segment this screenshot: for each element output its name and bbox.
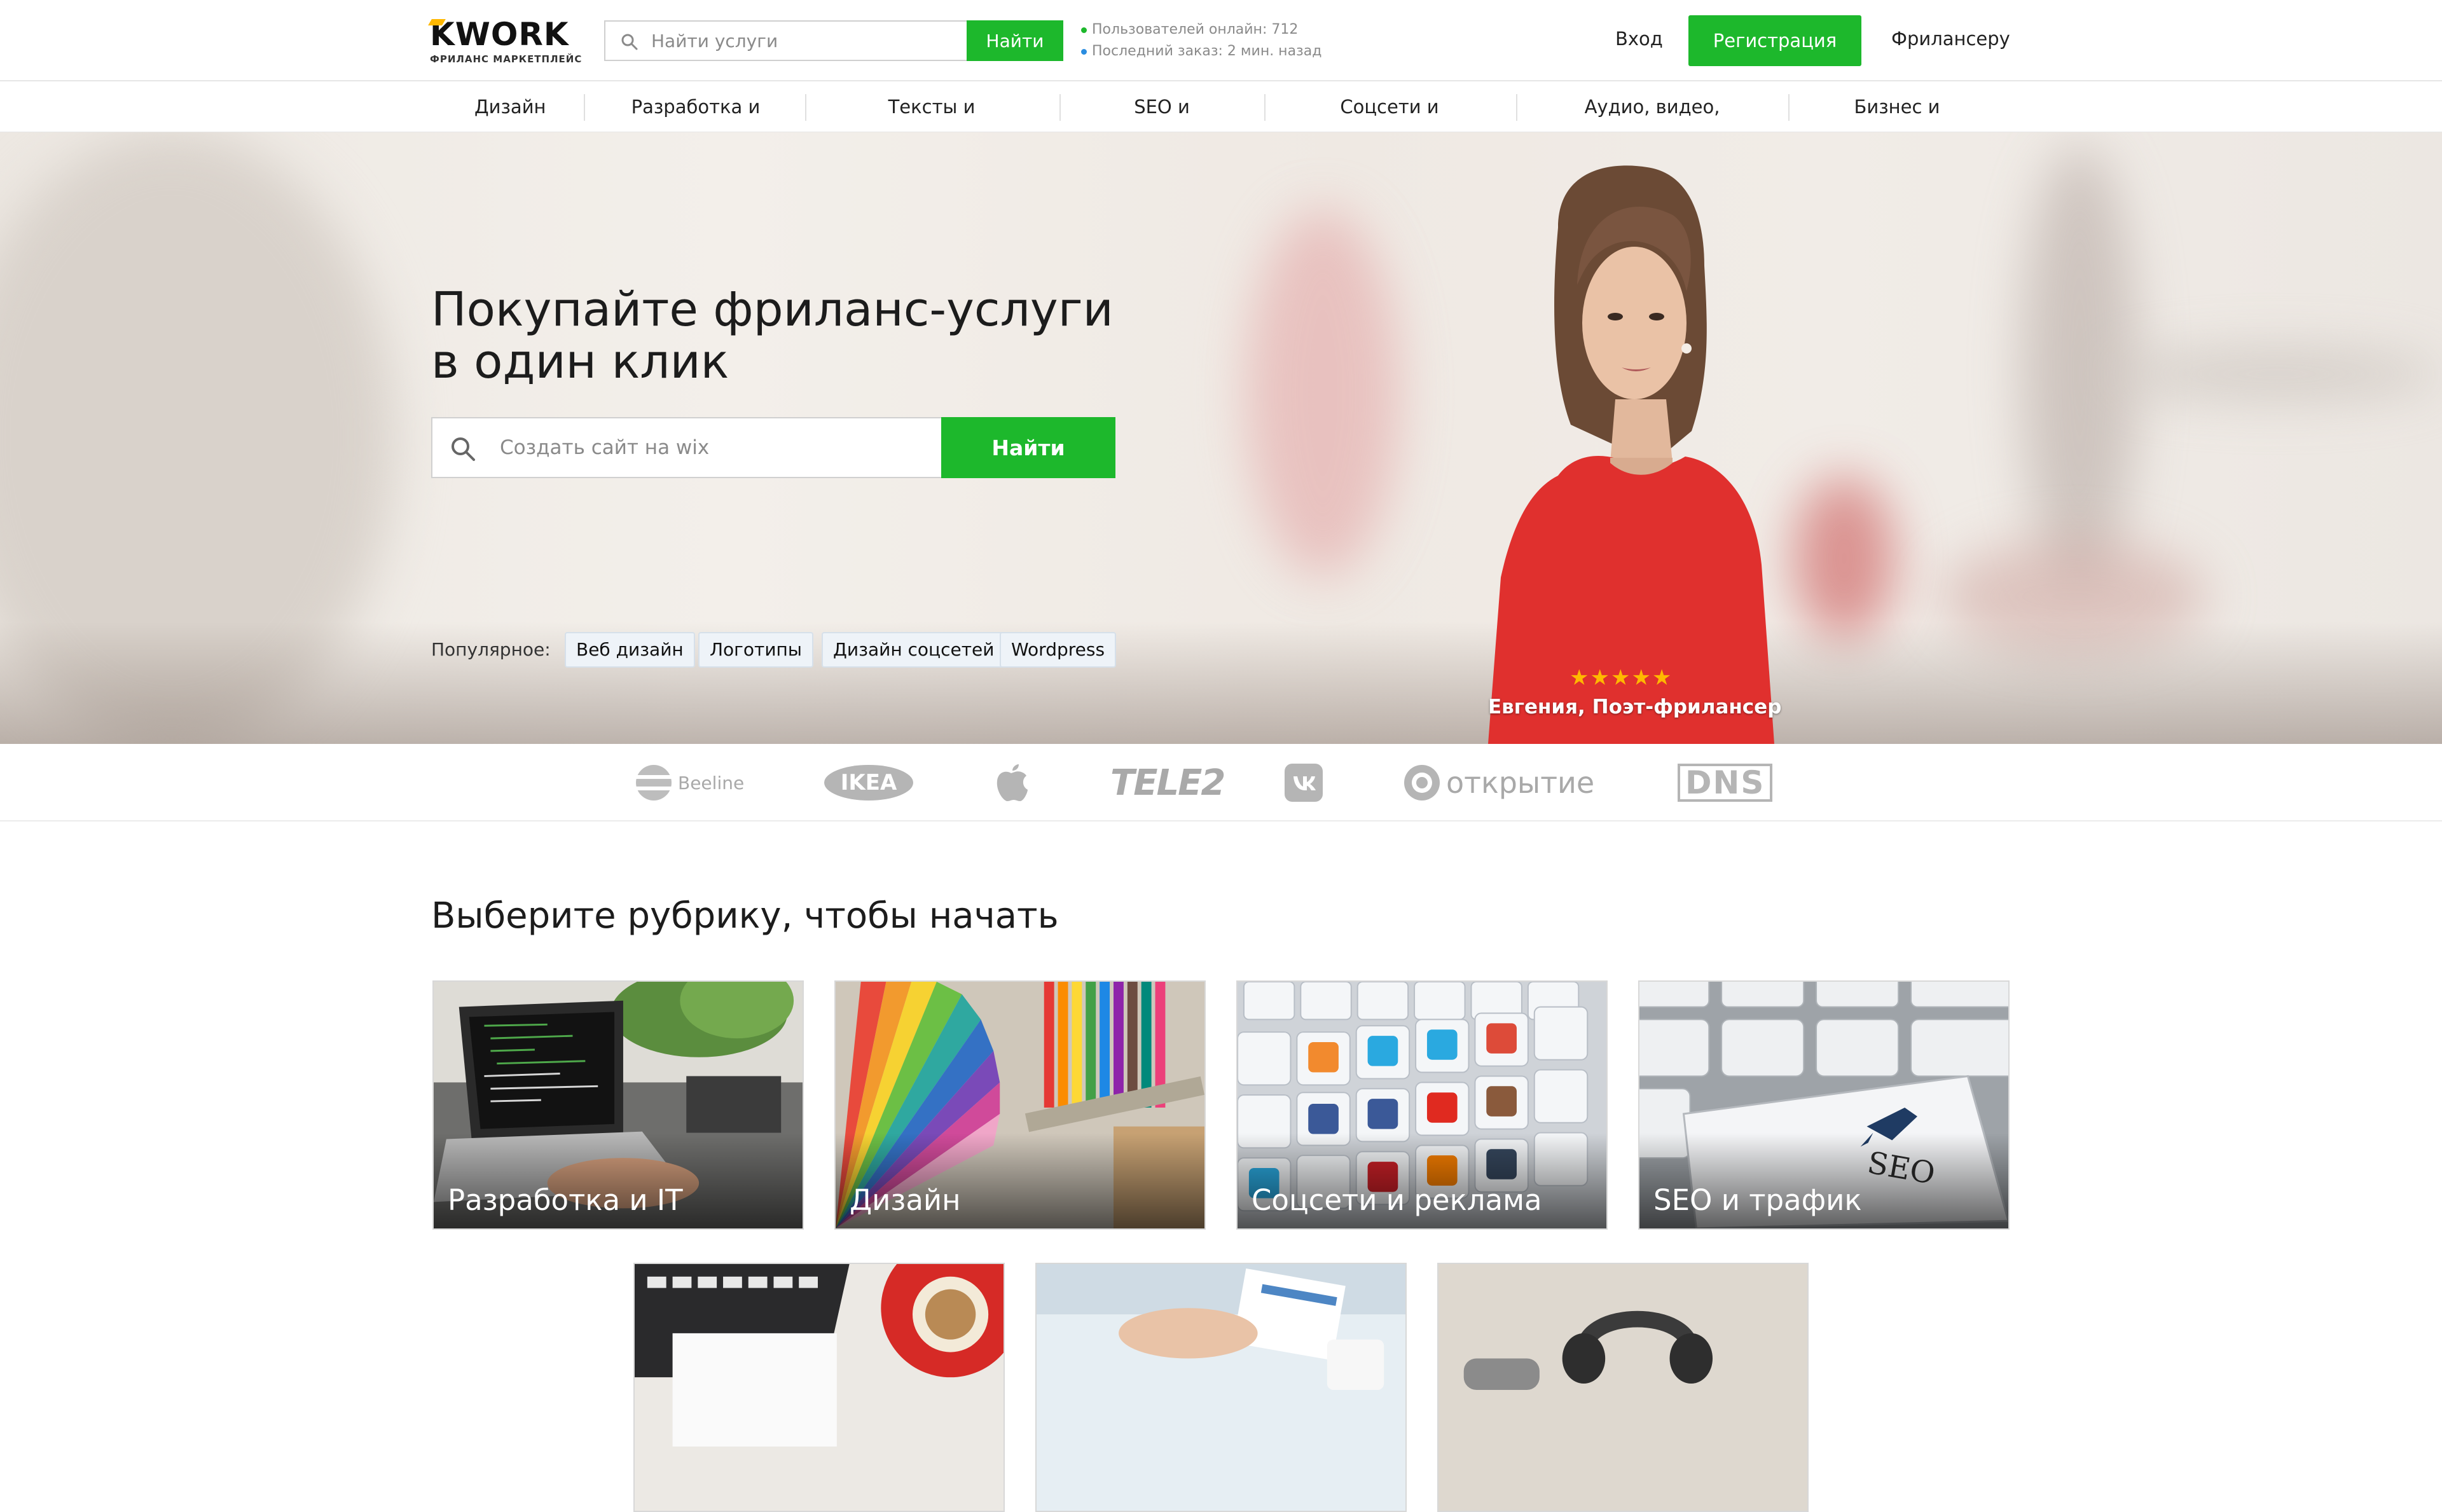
rubric-card-texts[interactable]	[633, 1263, 1005, 1512]
hero-title-line2: в один клик	[431, 334, 729, 389]
hero-search-box	[431, 417, 941, 478]
nav-divider	[1264, 94, 1266, 121]
nav-item-audio-video[interactable]: Аудио, видео, съемка	[1557, 81, 1748, 168]
dns-logo-text: DNS	[1678, 764, 1773, 802]
vk-logo-icon	[1285, 763, 1323, 802]
login-link[interactable]: Вход	[1615, 28, 1663, 50]
blue-dot-icon	[1081, 48, 1087, 55]
header-search-input[interactable]	[650, 22, 962, 60]
popular-tag-web-design[interactable]: Веб дизайн	[565, 632, 695, 668]
popular-label: Популярное:	[431, 639, 551, 660]
hero-bg-shape	[2111, 348, 2442, 399]
rubric-card-social[interactable]: Соцсети и реклама	[1236, 980, 1608, 1230]
dns-logo: DNS	[1678, 763, 1773, 802]
rubric-card-seo[interactable]: SEO SEO и трафик	[1638, 980, 2010, 1230]
freelancer-caption: Евгения, Поэт-фрилансер	[1488, 696, 1782, 718]
hero-banner: Покупайте фриланс-услуги в один клик Соз…	[0, 132, 2442, 744]
green-dot-icon	[1081, 27, 1087, 33]
online-stats: Пользователей онлайн: 712 Последний зака…	[1081, 19, 1321, 62]
hero-bg-shape	[1246, 209, 1399, 577]
rubric-card-label: SEO и трафик	[1653, 1183, 1862, 1217]
nav-item-seo[interactable]: SEO и трафик	[1099, 81, 1225, 168]
otkritie-circle-icon	[1404, 765, 1440, 801]
register-button[interactable]: Регистрация	[1688, 15, 1861, 66]
hero-floor-shade	[0, 622, 2442, 744]
online-users-line: Пользователей онлайн: 712	[1081, 19, 1321, 41]
nav-divider	[1788, 94, 1790, 121]
otkritie-logo-text: открытие	[1446, 766, 1595, 800]
rubric-card-label: Дизайн	[850, 1183, 961, 1217]
hero-title: Покупайте фриланс-услуги в один клик	[431, 284, 1131, 388]
popular-tag-social-design[interactable]: Дизайн соцсетей	[822, 632, 1006, 668]
nav-divider	[1516, 94, 1517, 121]
tele2-logo: TELE2	[1110, 762, 1225, 804]
nav-divider	[1059, 94, 1061, 121]
nav-item-development[interactable]: Разработка и IT	[624, 81, 767, 168]
nav-divider	[805, 94, 806, 121]
kwork-logo[interactable]: KWORK ФРИЛАНС МАРКЕТПЛЕЙС	[428, 16, 583, 65]
category-nav: Дизайн Разработка и IT Тексты и переводы…	[0, 81, 2442, 168]
laptop-coffee-image	[635, 1264, 1004, 1511]
brand-logos-bar: Beeline IKEA TELE2 открытие DNS	[0, 744, 2442, 821]
header-search: Найти	[604, 20, 1063, 61]
freelancer-photo	[1488, 165, 1774, 744]
rubric-card-design[interactable]: Дизайн	[834, 980, 1206, 1230]
nav-item-social[interactable]: Соцсети и реклама	[1305, 81, 1474, 168]
freelancer-link[interactable]: Фрилансеру	[1891, 28, 2010, 50]
otkritie-logo: открытие	[1403, 763, 1594, 802]
header-search-button[interactable]: Найти	[967, 20, 1063, 61]
rubric-card-audio-video[interactable]	[1437, 1263, 1809, 1512]
ikea-logo-text: IKEA	[824, 765, 913, 801]
beeline-stripes-icon	[636, 765, 672, 801]
search-icon	[452, 437, 475, 461]
header-search-box	[604, 20, 967, 61]
rubric-card-development[interactable]: Разработка и IT	[432, 980, 804, 1230]
nav-item-texts[interactable]: Тексты и переводы	[845, 81, 1019, 168]
hero-title-line1: Покупайте фриланс-услуги	[431, 282, 1114, 337]
apple-logo-icon	[993, 763, 1029, 802]
rubric-section-title: Выберите рубрику, чтобы начать	[431, 895, 1059, 937]
beeline-logo-text: Beeline	[678, 772, 745, 794]
ikea-logo: IKEA	[824, 763, 913, 802]
last-order-line: Последний заказ: 2 мин. назад	[1081, 41, 1321, 62]
rubric-card-label: Разработка и IT	[448, 1183, 683, 1217]
beeline-logo: Beeline	[635, 763, 744, 802]
rubric-card-label: Соцсети и реклама	[1252, 1183, 1542, 1217]
hero-search-button[interactable]: Найти	[941, 417, 1115, 478]
popular-tag-wordpress[interactable]: Wordpress	[1000, 632, 1117, 668]
logo-text: KWORK	[430, 16, 569, 53]
online-users-text: Пользователей онлайн: 712	[1092, 22, 1299, 38]
logo-subtitle: ФРИЛАНС МАРКЕТПЛЕЙС	[430, 53, 583, 65]
nav-item-business[interactable]: Бизнес и жизнь	[1826, 81, 1968, 168]
rubric-card-business[interactable]	[1035, 1263, 1407, 1512]
rating-stars: ★★★★★	[1569, 665, 1673, 691]
hero-search-input[interactable]	[499, 418, 931, 477]
site-header: KWORK ФРИЛАНС МАРКЕТПЛЕЙС Найти Пользова…	[0, 0, 2442, 81]
search-icon	[621, 34, 638, 50]
headphones-image	[1438, 1264, 1807, 1511]
nav-item-design[interactable]: Дизайн	[474, 81, 546, 132]
business-card-image	[1037, 1264, 1405, 1511]
last-order-text: Последний заказ: 2 мин. назад	[1092, 43, 1322, 59]
nav-divider	[584, 94, 585, 121]
popular-tag-logos[interactable]: Логотипы	[698, 632, 813, 668]
hero-search: Найти	[431, 417, 1115, 478]
